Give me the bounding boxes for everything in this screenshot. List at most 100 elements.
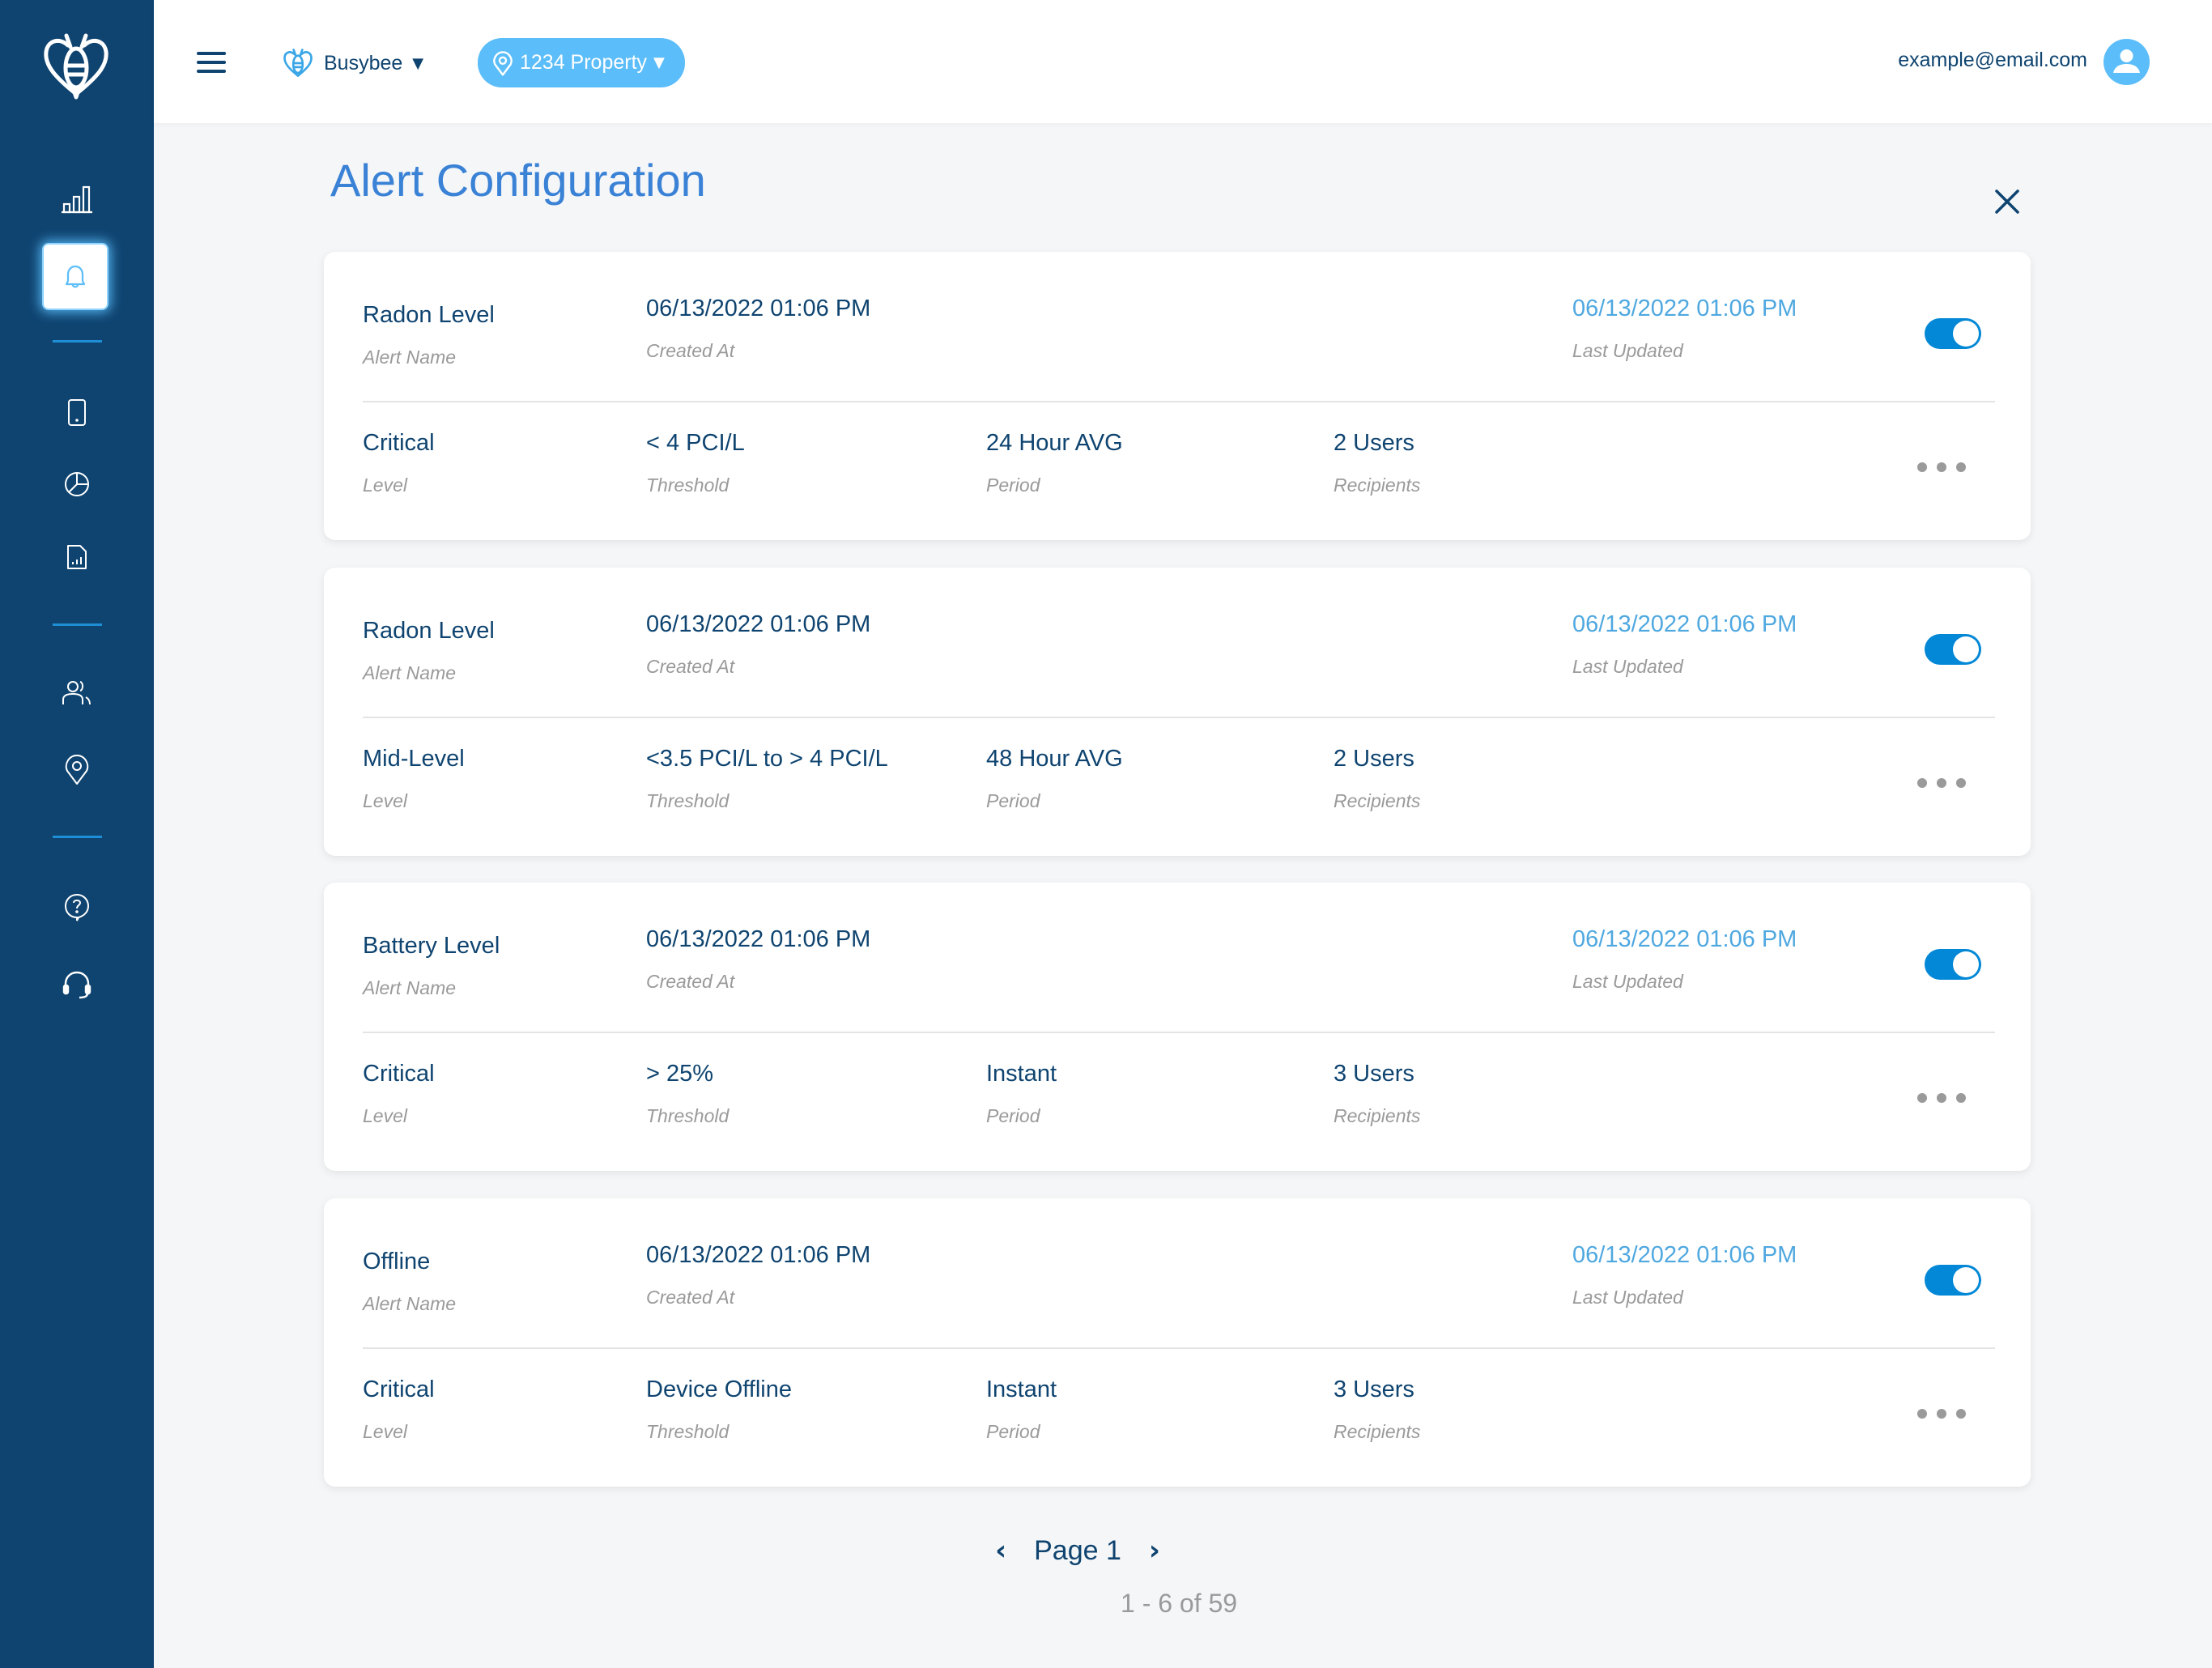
alert-enabled-toggle[interactable]: [1925, 634, 1981, 665]
alert-name-field: Radon Level Alert Name: [363, 302, 495, 368]
user-icon: [2113, 49, 2140, 73]
sidebar-item-users[interactable]: [0, 669, 154, 717]
more-options-button[interactable]: [1917, 1090, 1966, 1106]
period-value: Instant: [986, 1061, 1057, 1087]
chevron-down-icon: ▼: [653, 54, 665, 71]
period-value: Instant: [986, 1377, 1057, 1402]
more-dot: [1956, 1409, 1966, 1419]
level-value: Mid-Level: [363, 746, 465, 772]
threshold-label: Threshold: [646, 474, 730, 496]
recipients-value: 2 Users: [1334, 746, 1414, 772]
threshold-field: Device Offline Threshold: [646, 1377, 792, 1443]
more-dots-icon: [1917, 1093, 1927, 1103]
level-field: Mid-Level Level: [363, 746, 465, 812]
last-updated-label: Last Updated: [1572, 656, 1683, 677]
card-divider: [363, 1347, 1995, 1349]
threshold-field: > 25% Threshold: [646, 1061, 729, 1127]
more-dot: [1937, 778, 1946, 788]
brand-name: Busybee: [324, 51, 403, 74]
recipients-field: 3 Users Recipients: [1334, 1061, 1420, 1127]
card-divider: [363, 717, 1995, 718]
chevron-down-icon: ▼: [412, 54, 424, 72]
period-field: Instant Period: [986, 1377, 1057, 1443]
card-divider: [363, 401, 1995, 402]
more-dot: [1937, 1409, 1946, 1419]
alert-enabled-toggle[interactable]: [1925, 949, 1981, 980]
alert-name: Offline: [363, 1249, 431, 1274]
device-icon: [68, 399, 86, 426]
created-at-value: 06/13/2022 01:06 PM: [646, 926, 871, 952]
created-at-value: 06/13/2022 01:06 PM: [646, 611, 871, 637]
report-file-icon: [67, 545, 87, 569]
alert-enabled-toggle[interactable]: [1925, 1265, 1981, 1296]
level-value: Critical: [363, 1377, 435, 1402]
sidebar-item-locations[interactable]: [0, 745, 154, 794]
sidebar-item-pie-chart[interactable]: [0, 460, 154, 508]
menu-icon-line: [197, 61, 226, 64]
user-email: example@email.com: [1898, 49, 2087, 71]
period-field: 48 Hour AVG Period: [986, 746, 1123, 812]
recipients-value: 3 Users: [1334, 1061, 1414, 1087]
sidebar-item-alerts[interactable]: [42, 243, 108, 310]
property-name: 1234 Property: [520, 51, 648, 74]
alert-card: Radon Level Alert Name 06/13/2022 01:06 …: [324, 568, 2031, 856]
last-updated-field: 06/13/2022 01:06 PM Last Updated: [1572, 296, 1797, 362]
close-button[interactable]: [1992, 186, 2023, 217]
page-label: Page 1: [1034, 1534, 1121, 1566]
sidebar: [0, 0, 154, 1668]
recipients-label: Recipients: [1334, 1421, 1421, 1442]
busybee-logo-icon: [283, 49, 313, 77]
alert-card: Offline Alert Name 06/13/2022 01:06 PM C…: [324, 1198, 2031, 1487]
brand-selector[interactable]: Busybee ▼: [282, 42, 423, 84]
close-icon: [1995, 189, 2019, 214]
last-updated-value: 06/13/2022 01:06 PM: [1572, 296, 1797, 321]
recipients-field: 2 Users Recipients: [1334, 430, 1420, 496]
help-icon: [64, 893, 90, 921]
pie-chart-icon: [65, 472, 89, 496]
sidebar-item-support[interactable]: [0, 960, 154, 1009]
page-title: Alert Configuration: [330, 155, 706, 206]
pagination: ‹ Page 1 ›: [0, 1534, 2212, 1567]
next-page-button[interactable]: ›: [1149, 1534, 1160, 1567]
level-field: Critical Level: [363, 1061, 435, 1127]
more-options-button[interactable]: [1917, 1406, 1966, 1422]
period-label: Period: [986, 474, 1040, 496]
sidebar-item-analytics[interactable]: [0, 175, 154, 223]
users-icon: [62, 681, 91, 705]
menu-button[interactable]: [197, 50, 228, 74]
sidebar-item-reports[interactable]: [0, 533, 154, 581]
created-at-label: Created At: [646, 340, 735, 361]
alert-card: Radon Level Alert Name 06/13/2022 01:06 …: [324, 252, 2031, 540]
card-divider: [363, 1032, 1995, 1033]
period-field: Instant Period: [986, 1061, 1057, 1127]
last-updated-value: 06/13/2022 01:06 PM: [1572, 1242, 1797, 1268]
location-icon: [493, 50, 513, 76]
sidebar-item-devices[interactable]: [0, 389, 154, 437]
created-at-value: 06/13/2022 01:06 PM: [646, 296, 871, 321]
property-selector[interactable]: 1234 Property ▼: [478, 38, 685, 87]
created-at-field: 06/13/2022 01:06 PM Created At: [646, 296, 870, 362]
alert-enabled-toggle[interactable]: [1925, 318, 1981, 349]
alert-name-label: Alert Name: [363, 1293, 457, 1314]
location-icon: [65, 755, 89, 785]
level-label: Level: [363, 1421, 407, 1442]
last-updated-field: 06/13/2022 01:06 PM Last Updated: [1572, 926, 1797, 993]
recipients-label: Recipients: [1334, 474, 1421, 496]
threshold-value: > 25%: [646, 1061, 714, 1087]
alert-name: Radon Level: [363, 618, 495, 644]
headset-icon: [62, 971, 91, 999]
busybee-logo-icon[interactable]: [36, 29, 117, 102]
more-options-button[interactable]: [1917, 775, 1966, 791]
threshold-label: Threshold: [646, 790, 730, 811]
alert-name: Radon Level: [363, 302, 495, 328]
period-label: Period: [986, 790, 1040, 811]
period-field: 24 Hour AVG Period: [986, 430, 1123, 496]
period-label: Period: [986, 1105, 1040, 1126]
sidebar-item-help[interactable]: [0, 883, 154, 931]
sidebar-divider: [53, 623, 102, 626]
prev-page-button[interactable]: ‹: [995, 1534, 1006, 1567]
more-options-button[interactable]: [1917, 459, 1966, 475]
period-value: 24 Hour AVG: [986, 430, 1123, 456]
avatar[interactable]: [2104, 39, 2150, 85]
level-label: Level: [363, 790, 407, 811]
